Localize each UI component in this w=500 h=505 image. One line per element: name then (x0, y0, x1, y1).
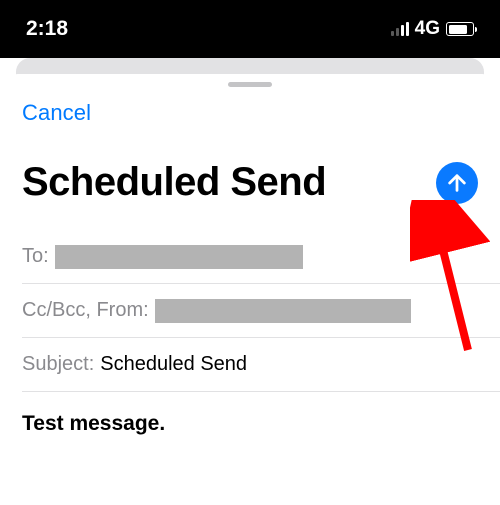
sheet-grabber[interactable] (228, 82, 272, 87)
header-fields: To: Cc/Bcc, From: Subject: Scheduled Sen… (22, 230, 500, 392)
send-button[interactable] (436, 162, 478, 204)
message-body[interactable]: Test message. (22, 412, 478, 436)
status-time: 2:18 (26, 17, 68, 41)
cancel-button[interactable]: Cancel (22, 100, 91, 126)
arrow-up-icon (446, 172, 468, 194)
to-label: To: (22, 245, 49, 268)
status-right: 4G (391, 18, 474, 40)
network-label: 4G (415, 18, 440, 40)
status-bar: 2:18 4G (0, 0, 500, 58)
to-field[interactable]: To: (22, 230, 500, 284)
ccbcc-from-field[interactable]: Cc/Bcc, From: (22, 284, 500, 338)
subject-label: Subject: (22, 353, 94, 376)
ccbcc-label: Cc/Bcc, From: (22, 299, 149, 322)
compose-title: Scheduled Send (22, 160, 326, 205)
signal-icon (391, 22, 409, 36)
subject-field[interactable]: Subject: Scheduled Send (22, 338, 500, 392)
from-value-redacted (155, 299, 411, 323)
subject-value: Scheduled Send (100, 353, 247, 376)
compose-sheet: Cancel Scheduled Send To: Cc/Bcc, From: … (0, 74, 500, 505)
to-value-redacted (55, 245, 303, 269)
battery-icon (446, 22, 474, 36)
body-text: Test message. (22, 412, 478, 436)
